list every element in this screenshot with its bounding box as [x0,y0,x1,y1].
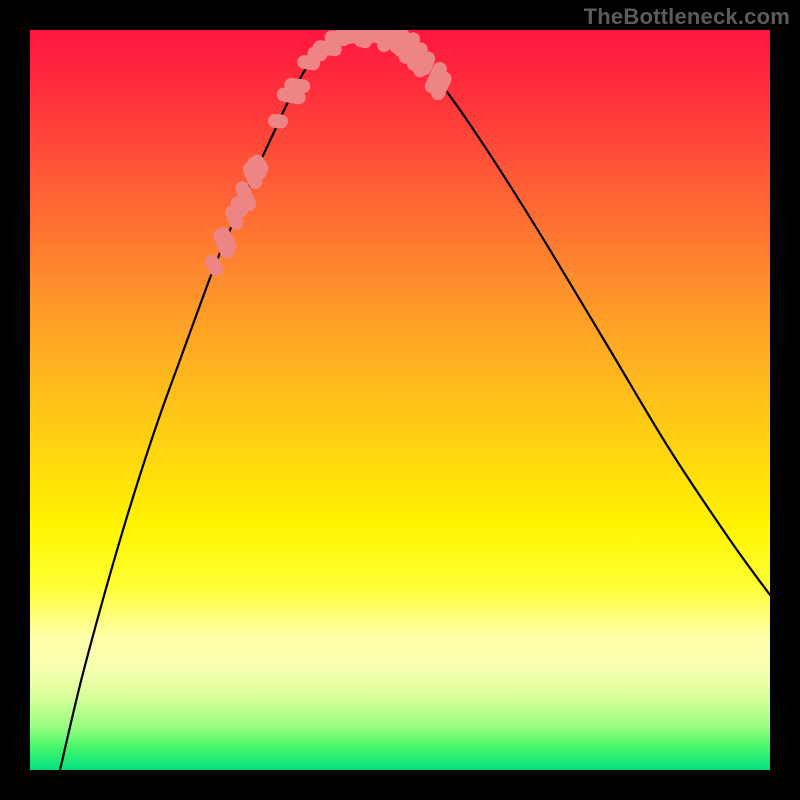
chart-svg [30,30,770,770]
watermark-text: TheBottleneck.com [584,4,790,30]
bottleneck-curve [60,32,770,770]
marker-pill [267,113,288,129]
frame: TheBottleneck.com [0,0,800,800]
marker-pill [203,253,225,279]
plot-area [30,30,770,770]
marker-pill [341,30,361,44]
curve-markers [203,30,454,279]
